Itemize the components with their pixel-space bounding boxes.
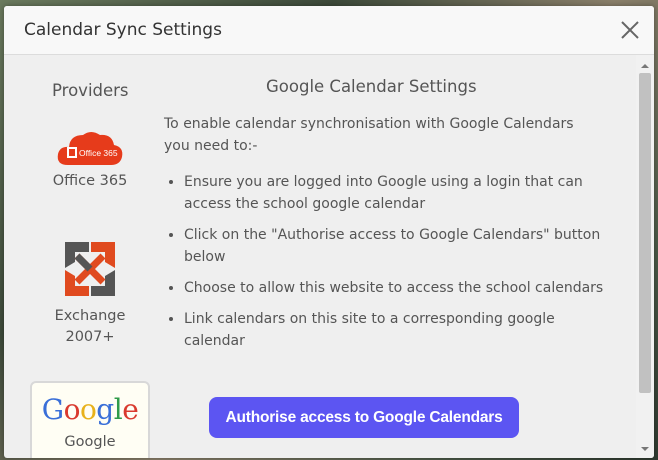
dialog-content: Providers Office 365 Office 365 Exchange… bbox=[4, 55, 636, 458]
authorise-google-button[interactable]: Authorise access to Google Calendars bbox=[209, 397, 519, 438]
exchange-logo bbox=[65, 242, 115, 296]
dialog-header: Calendar Sync Settings bbox=[4, 6, 654, 55]
list-item: Click on the "Authorise access to Google… bbox=[184, 224, 604, 268]
dialog-title: Calendar Sync Settings bbox=[24, 20, 222, 40]
steps-list: Ensure you are logged into Google using … bbox=[164, 171, 604, 361]
settings-heading: Google Calendar Settings bbox=[266, 77, 477, 96]
google-logo: Google bbox=[41, 393, 139, 426]
providers-heading: Providers bbox=[52, 81, 129, 100]
scroll-thumb[interactable] bbox=[639, 73, 651, 393]
provider-office365[interactable]: Office 365 Office 365 bbox=[30, 125, 150, 205]
scroll-up-icon[interactable] bbox=[640, 61, 650, 71]
scroll-down-icon[interactable] bbox=[640, 444, 650, 454]
provider-google-label: Google bbox=[64, 434, 116, 450]
vertical-scrollbar[interactable] bbox=[636, 55, 654, 458]
list-item: Choose to allow this website to access t… bbox=[184, 277, 604, 299]
close-icon[interactable] bbox=[618, 18, 642, 42]
svg-text:Office 365: Office 365 bbox=[79, 148, 118, 158]
provider-office365-label: Office 365 bbox=[52, 173, 128, 189]
list-item: Link calendars on this site to a corresp… bbox=[184, 308, 604, 352]
provider-google[interactable]: Google Google bbox=[30, 381, 150, 458]
calendar-sync-dialog: Calendar Sync Settings Providers Office … bbox=[4, 6, 654, 458]
list-item: Ensure you are logged into Google using … bbox=[184, 171, 604, 215]
settings-intro: To enable calendar synchronisation with … bbox=[164, 116, 574, 154]
provider-exchange-label-version: 2007+ bbox=[65, 329, 115, 345]
provider-exchange[interactable]: Exchange 2007+ bbox=[30, 238, 150, 358]
office365-logo: Office 365 bbox=[57, 132, 123, 165]
provider-exchange-label: Exchange bbox=[54, 308, 126, 324]
